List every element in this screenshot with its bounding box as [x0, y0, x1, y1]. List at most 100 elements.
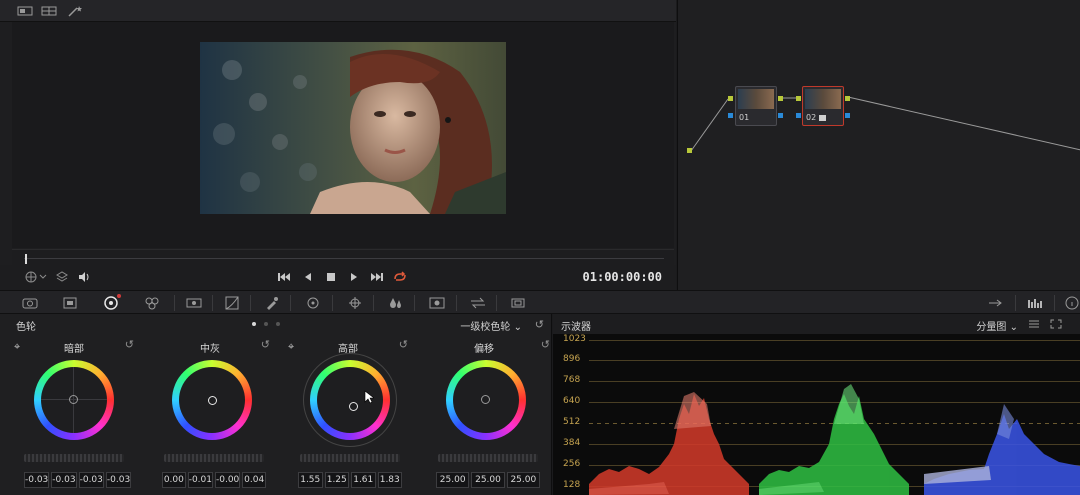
node-02-rgb-output[interactable]: [845, 96, 850, 101]
scope-tick: 128: [563, 480, 581, 490]
color-wheel[interactable]: [34, 360, 114, 440]
color-wheel[interactable]: [446, 360, 526, 440]
value-r[interactable]: -0.03: [51, 472, 77, 488]
red-parade: [589, 392, 749, 495]
wheels-header: 色轮 一级校色轮 ⌄ ↺: [0, 314, 552, 334]
scrub-track[interactable]: [24, 258, 664, 259]
value-g[interactable]: 1.61: [351, 472, 376, 488]
scope-settings-icon[interactable]: [1028, 319, 1040, 329]
value-g[interactable]: -0.03: [78, 472, 104, 488]
tracker-icon[interactable]: [345, 295, 365, 311]
wheel-puck[interactable]: [208, 396, 217, 405]
play-icon[interactable]: [344, 268, 364, 286]
value-y[interactable]: 1.55: [298, 472, 323, 488]
sizing-icon[interactable]: [468, 295, 488, 311]
node-correction-icon: [819, 115, 826, 121]
chevron-down-icon: ⌄: [513, 322, 522, 333]
source-input-port[interactable]: [687, 148, 692, 153]
motion-effects-icon[interactable]: [184, 295, 204, 311]
blur-icon[interactable]: [386, 295, 406, 311]
wheel-puck[interactable]: [481, 395, 490, 404]
node-01-key-input[interactable]: [728, 113, 733, 118]
node-label: 01: [739, 113, 750, 122]
curves-icon[interactable]: [222, 295, 242, 311]
scope-tick: 640: [563, 396, 581, 406]
master-wheel-slider[interactable]: [300, 454, 400, 462]
node-01-key-output[interactable]: [778, 113, 783, 118]
viewer-options-icon[interactable]: [22, 268, 52, 286]
master-wheel-slider[interactable]: [164, 454, 264, 462]
scopes-icon[interactable]: [1026, 295, 1046, 311]
skip-to-start-icon[interactable]: [274, 268, 294, 286]
qualifier-eyedropper-icon[interactable]: [262, 295, 282, 311]
value-y[interactable]: 0.00: [162, 472, 186, 488]
loop-icon[interactable]: [390, 268, 410, 286]
scope-waveforms: [589, 384, 1080, 495]
magic-wand-icon[interactable]: [66, 4, 84, 18]
wheel-puck[interactable]: [349, 402, 358, 411]
single-view-icon[interactable]: [16, 4, 34, 18]
reset-icon[interactable]: ↺: [541, 338, 550, 351]
reset-icon[interactable]: ↺: [125, 338, 134, 351]
rgb-mixer-icon[interactable]: [142, 295, 162, 311]
color-match-icon[interactable]: [60, 295, 80, 311]
viewer-toolbar: [0, 0, 676, 22]
node-01-rgb-input[interactable]: [728, 96, 733, 101]
value-b[interactable]: -0.03: [105, 472, 132, 488]
video-viewer[interactable]: [12, 22, 674, 248]
grid-view-icon[interactable]: [40, 4, 58, 18]
reset-icon[interactable]: ↺: [261, 338, 270, 351]
value-b[interactable]: 0.04: [242, 472, 266, 488]
3d-icon[interactable]: [508, 295, 528, 311]
skip-to-end-icon[interactable]: [367, 268, 387, 286]
expand-icon[interactable]: [1050, 319, 1062, 329]
value-g[interactable]: -0.00: [215, 472, 241, 488]
wheel-puck[interactable]: [69, 395, 78, 404]
info-icon[interactable]: [1062, 295, 1080, 311]
wheel-values: 1.55 1.25 1.61 1.83: [298, 472, 402, 488]
wheel-gain: ⌖ 高部 ↺ 1.55 1.25 1.61 1.83: [282, 334, 414, 495]
scope-title: 示波器: [561, 322, 591, 333]
audio-meter-icon[interactable]: [986, 295, 1006, 311]
play-reverse-icon[interactable]: [298, 268, 318, 286]
node-01-rgb-output[interactable]: [778, 96, 783, 101]
reset-all-icon[interactable]: ↺: [535, 318, 544, 331]
value-b[interactable]: 1.83: [377, 472, 402, 488]
reset-icon[interactable]: ↺: [399, 338, 408, 351]
scopes-panel: 示波器 分量图 ⌄ 1023 896 768 640 512 384 256 1…: [553, 314, 1080, 495]
divider: [414, 295, 415, 311]
stop-icon[interactable]: [321, 268, 341, 286]
node-02-key-output[interactable]: [845, 113, 850, 118]
value-g[interactable]: 25.00: [471, 472, 505, 488]
blue-parade: [924, 404, 1080, 495]
color-wheel[interactable]: [310, 360, 390, 440]
master-wheel-slider[interactable]: [24, 454, 124, 462]
value-r[interactable]: -0.01: [187, 472, 213, 488]
value-r[interactable]: 1.25: [324, 472, 349, 488]
color-wheel[interactable]: [172, 360, 252, 440]
master-wheel-slider[interactable]: [438, 454, 538, 462]
value-r[interactable]: 25.00: [436, 472, 470, 488]
timeline-scrubber[interactable]: [12, 249, 674, 265]
scope-tick: 256: [563, 459, 581, 469]
node-01[interactable]: 01: [735, 86, 777, 126]
page-dot[interactable]: [276, 322, 280, 326]
layers-icon[interactable]: [52, 268, 72, 286]
node-graph-panel[interactable]: 01 02: [677, 0, 1080, 290]
node-02-rgb-input[interactable]: [796, 96, 801, 101]
divider: [174, 295, 175, 311]
node-02[interactable]: 02: [802, 86, 844, 126]
power-window-icon[interactable]: [303, 295, 323, 311]
camera-raw-icon[interactable]: [20, 295, 40, 311]
key-icon[interactable]: [427, 295, 447, 311]
page-dot[interactable]: [264, 322, 268, 326]
scope-mode-dropdown[interactable]: 分量图 ⌄: [976, 318, 1018, 333]
value-b[interactable]: 25.00: [506, 472, 540, 488]
volume-icon[interactable]: [74, 268, 94, 286]
wheel-mode-dropdown[interactable]: 一级校色轮 ⌄: [460, 318, 522, 333]
playhead[interactable]: [25, 254, 27, 264]
page-dot-active[interactable]: [252, 322, 256, 326]
node-02-key-input[interactable]: [796, 113, 801, 118]
chevron-down-icon: ⌄: [1009, 322, 1018, 333]
value-y[interactable]: -0.03: [24, 472, 50, 488]
